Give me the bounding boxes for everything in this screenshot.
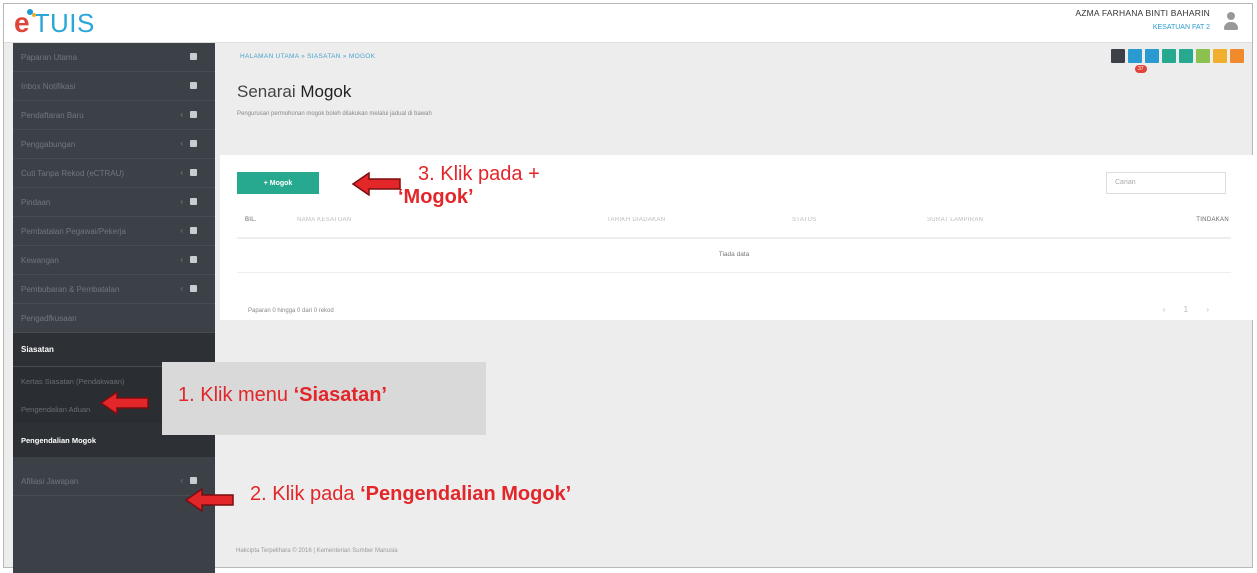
column-tarikh[interactable]: TARIKH DIADAKAN xyxy=(607,217,665,223)
file-icon xyxy=(190,111,197,118)
sidebar-item-label: Pengadfkusaan xyxy=(21,313,77,323)
column-bil[interactable]: BIL. xyxy=(245,217,257,223)
chevron-left-icon: ‹ xyxy=(180,110,183,119)
sidebar-item-label: Pendaftaran Baru xyxy=(21,110,84,120)
sidebar-item-paparan-utama[interactable]: Paparan Utama xyxy=(13,43,215,72)
chevron-left-icon: ‹ xyxy=(180,168,183,177)
grid-icon[interactable] xyxy=(1196,49,1210,63)
sidebar-item-label: Afiliasi Jawapan xyxy=(21,476,79,486)
home-icon xyxy=(190,53,197,60)
annotation-step-2: 2. Klik pada ‘Pengendalian Mogok’ xyxy=(250,483,571,506)
sidebar-item-pindaan[interactable]: Pindaan ‹ xyxy=(13,188,215,217)
top-bar: e TUIS AZMA FARHANA BINTI BAHARIN KESATU… xyxy=(4,4,1252,43)
annotation-step-2-text: 2. Klik pada xyxy=(250,483,361,505)
logo-text: TUIS xyxy=(33,7,95,38)
logout-icon[interactable] xyxy=(1230,49,1244,63)
chevron-left-icon: ‹ xyxy=(180,197,183,206)
table-info: Paparan 0 hingga 0 dari 0 rekod xyxy=(248,308,334,314)
sidebar-item-label: Kewangan xyxy=(21,255,59,265)
page-title: Senarai Mogok xyxy=(237,82,351,102)
document-icon[interactable] xyxy=(1162,49,1176,63)
sidebar-item-label: Cuti Tanpa Rekod (eCTRAU) xyxy=(21,168,125,178)
sidebar-item-pembatalan[interactable]: Pembatalan Pegawai/Pekerja ‹ xyxy=(13,217,215,246)
annotation-step-3: 3. Klik pada + ‘Mogok’ xyxy=(398,163,540,209)
chevron-left-icon: ‹ xyxy=(180,139,183,148)
avatar-icon[interactable] xyxy=(1222,10,1240,34)
column-nama-kesatuan[interactable]: NAMA KESATUAN xyxy=(297,217,351,223)
footer-copyright: Hakcipta Terpelihara © 2016 | Kementeria… xyxy=(236,548,398,554)
arrow-left-icon xyxy=(100,391,149,415)
page-subtitle: Pengurusan permohonan mogok boleh dilaku… xyxy=(237,111,432,117)
annotation-step-1: 1. Klik menu ‘Siasatan’ xyxy=(178,384,387,407)
sidebar-subitem-label: Pengendalian Aduan xyxy=(21,404,91,414)
message-icon[interactable] xyxy=(1128,49,1142,63)
money-icon xyxy=(190,256,197,263)
page-title-prefix: Senarai xyxy=(237,82,296,101)
annotation-step-2-bold: ‘Pengendalian Mogok’ xyxy=(360,483,572,505)
sidebar-item-label: Pembubaran & Pembatalan xyxy=(21,284,120,294)
edit-icon xyxy=(190,198,197,205)
chevron-left-icon: ‹ xyxy=(180,226,183,235)
arrow-left-icon xyxy=(352,172,401,196)
etuis-logo[interactable]: e TUIS xyxy=(14,7,95,38)
quick-toolbar: 37 xyxy=(1111,49,1244,73)
sidebar-item-label: Siasatan xyxy=(21,345,54,354)
chevron-left-icon: ‹ xyxy=(180,476,183,485)
logo-e: e xyxy=(14,7,33,38)
inbox-icon xyxy=(190,82,197,89)
calendar-icon xyxy=(190,169,197,176)
search-input[interactable]: Carian xyxy=(1106,172,1226,194)
sidebar-item-pendaftaran[interactable]: Pendaftaran Baru ‹ xyxy=(13,101,215,130)
sidebar-subitem-label: Kertas Siasatan (Pendakwaan) xyxy=(21,376,125,386)
sidebar-item-cuti[interactable]: Cuti Tanpa Rekod (eCTRAU) ‹ xyxy=(13,159,215,188)
sidebar-item-label: Pembatalan Pegawai/Pekerja xyxy=(21,226,126,236)
annotation-step-3-bold: ‘Mogok’ xyxy=(398,186,474,208)
page-title-main: Mogok xyxy=(300,82,352,101)
list-icon[interactable] xyxy=(1145,49,1159,63)
ban-icon xyxy=(190,285,197,292)
add-mogok-button[interactable]: + Mogok xyxy=(237,172,319,194)
sidebar-subitem-label: Pengendalian Mogok xyxy=(21,435,97,445)
table-empty-row: Tiada data xyxy=(237,240,1231,273)
sidebar-item-label: Inbox Notifikasi xyxy=(21,81,76,91)
users-icon xyxy=(190,227,197,234)
breadcrumb[interactable]: HALAMAN UTAMA » SIASATAN » MOGOK xyxy=(240,53,375,60)
column-surat-lampiran[interactable]: SURAT LAMPIRAN xyxy=(927,217,983,223)
column-status[interactable]: STATUS xyxy=(792,217,817,223)
pagination[interactable]: ‹ 1 › xyxy=(1163,305,1217,314)
sidebar-item-kewangan[interactable]: Kewangan ‹ xyxy=(13,246,215,275)
sidebar-item-label: Pindaan xyxy=(21,197,51,207)
table-header: BIL. NAMA KESATUAN TARIKH DIADAKAN STATU… xyxy=(237,207,1231,239)
user-role: KESATUAN FAT 2 xyxy=(1152,24,1210,31)
link-icon xyxy=(190,140,197,147)
folder-icon xyxy=(190,477,197,484)
annotation-step-1-bold: ‘Siasatan’ xyxy=(293,384,387,406)
user-name: AZMA FARHANA BINTI BAHARIN xyxy=(1075,8,1210,18)
notification-badge: 37 xyxy=(1135,65,1147,73)
user-icon[interactable] xyxy=(1111,49,1125,63)
chevron-left-icon: ‹ xyxy=(180,255,183,264)
sidebar-item-inbox[interactable]: Inbox Notifikasi xyxy=(13,72,215,101)
sidebar-item-penggabungan[interactable]: Penggabungan ‹ xyxy=(13,130,215,159)
sidebar-item-pembubaran[interactable]: Pembubaran & Pembatalan ‹ xyxy=(13,275,215,304)
chevron-left-icon: ‹ xyxy=(180,284,183,293)
sidebar-item-label: Penggabungan xyxy=(21,139,76,149)
folder-icon[interactable] xyxy=(1179,49,1193,63)
search-icon[interactable] xyxy=(1213,49,1227,63)
annotation-step-1-text: 1. Klik menu xyxy=(178,384,294,406)
sidebar-item-label: Paparan Utama xyxy=(21,52,78,62)
column-tindakan[interactable]: TINDAKAN xyxy=(1196,217,1229,223)
arrow-left-icon xyxy=(185,488,234,512)
sidebar-item-pengadfkusaan[interactable]: Pengadfkusaan xyxy=(13,304,215,333)
user-info[interactable]: AZMA FARHANA BINTI BAHARIN KESATUAN FAT … xyxy=(1075,8,1210,31)
annotation-step-3-text: 3. Klik pada + xyxy=(418,163,540,185)
